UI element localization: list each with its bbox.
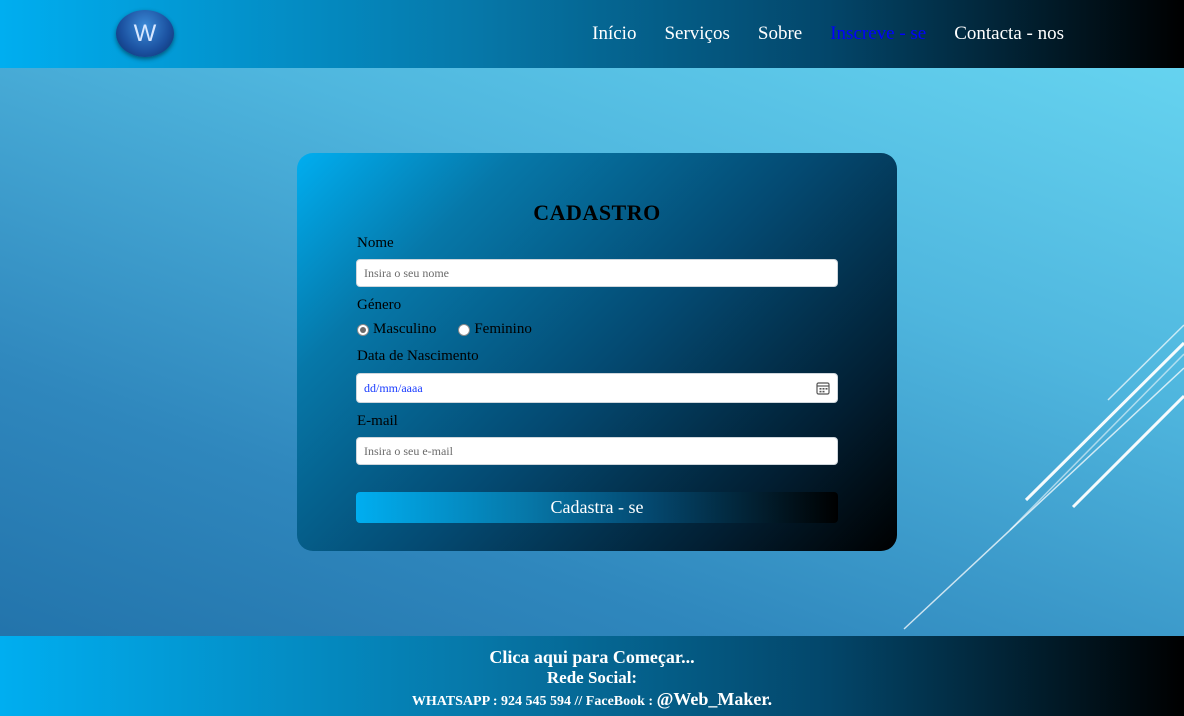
logo-letter: W [133, 19, 157, 47]
footer: Clica aqui para Começar... Rede Social: … [0, 636, 1184, 716]
footer-handle[interactable]: @Web_Maker. [657, 689, 773, 709]
submit-button[interactable]: Cadastra - se [356, 492, 838, 523]
footer-social-title: Rede Social: [546, 668, 638, 687]
name-label: Nome [357, 235, 394, 251]
nav-sobre[interactable]: Sobre [758, 22, 802, 46]
gender-option-feminino[interactable]: Feminino [458, 321, 532, 338]
radio-feminino[interactable] [458, 323, 471, 336]
radio-masculino-label: Masculino [373, 321, 437, 337]
email-input[interactable] [356, 437, 838, 465]
nav-contacta-nos[interactable]: Contacta - nos [954, 22, 1064, 46]
radio-feminino-label: Feminino [474, 321, 532, 337]
nav-inicio[interactable]: Início [592, 22, 636, 46]
nav-inscreve-se[interactable]: Inscreve - se [830, 22, 926, 46]
birthdate-input[interactable]: dd/mm/aaaa [356, 373, 838, 403]
name-input[interactable] [356, 259, 838, 287]
main-nav: Início Serviços Sobre Inscreve - se Cont… [592, 22, 1064, 46]
radio-masculino[interactable] [357, 323, 369, 336]
footer-contacts: WHATSAPP : 924 545 594 // FaceBook : @We… [0, 688, 1184, 713]
logo[interactable]: W [116, 10, 174, 57]
footer-contacts-text: WHATSAPP : 924 545 594 // FaceBook : [411, 694, 657, 709]
gender-label: Género [357, 297, 402, 313]
calendar-icon[interactable] [816, 381, 830, 395]
gender-option-masculino[interactable]: Masculino [357, 321, 436, 338]
birthdate-placeholder: dd/mm/aaaa [364, 380, 423, 395]
footer-cta-link[interactable]: Clica aqui para Começar... [0, 647, 1184, 667]
gender-options: Masculino Feminino [357, 321, 554, 338]
email-label: E-mail [357, 413, 398, 429]
top-nav-bar: W Início Serviços Sobre Inscreve - se Co… [0, 0, 1184, 68]
form-title: CADASTRO [533, 200, 661, 225]
birthdate-label: Data de Nascimento [357, 348, 479, 364]
nav-servicos[interactable]: Serviços [664, 22, 729, 46]
